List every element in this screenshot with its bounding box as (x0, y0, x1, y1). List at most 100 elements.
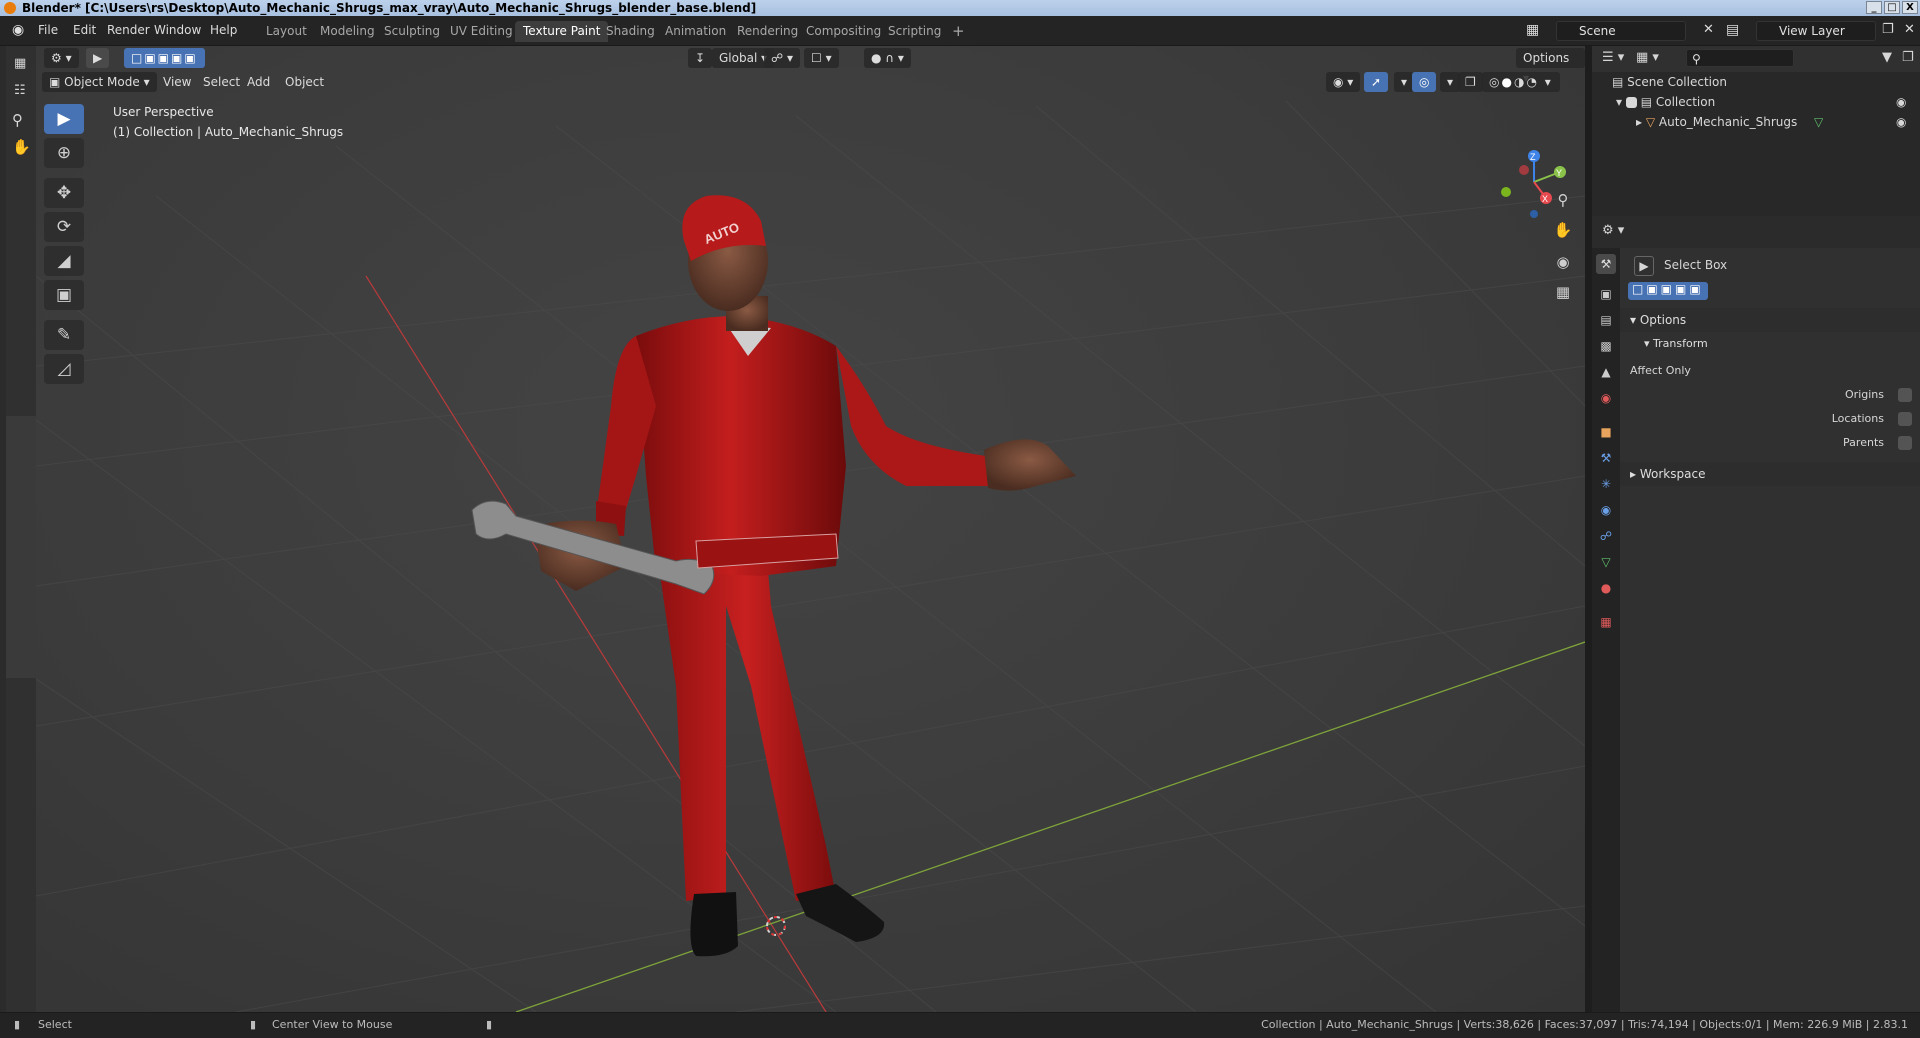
pan-hand-icon[interactable]: ✋ (12, 138, 31, 156)
display-mode-icon[interactable]: ▦ ▾ (1636, 50, 1659, 65)
outliner-row-object[interactable]: ▸ ▽ Auto_Mechanic_Shrugs ▽ ◉ (1592, 112, 1920, 132)
parents-checkbox[interactable] (1898, 436, 1912, 450)
tab-modifiers-icon[interactable]: ⚒ (1596, 448, 1616, 468)
proportional-edit-icon[interactable]: ● ∩ ▾ (864, 48, 911, 68)
scene-selector[interactable]: Scene (1556, 21, 1686, 41)
menu-edit[interactable]: Edit (73, 23, 96, 37)
snap-icon[interactable]: ☐ ▾ (804, 48, 839, 68)
menu-file[interactable]: File (38, 23, 58, 37)
tool-settings-icon[interactable]: ☷ (14, 83, 26, 98)
zoom-view-icon[interactable]: ⚲ (1551, 188, 1575, 212)
pivot-icon[interactable]: ☍ ▾ (764, 48, 800, 68)
tab-material-icon[interactable]: ● (1596, 578, 1616, 598)
select-tool-icon[interactable]: ▶ (86, 48, 110, 68)
outliner-editor-icon[interactable]: ☰ ▾ (1602, 50, 1624, 65)
maximize-button[interactable]: □ (1884, 1, 1900, 14)
blender-menu-icon[interactable]: ◉ (12, 22, 24, 38)
auto-mechanic-model[interactable]: AUTO (471, 195, 1076, 957)
tab-rendering[interactable]: Rendering (729, 21, 806, 42)
tab-animation[interactable]: Animation (657, 21, 734, 42)
options-dropdown[interactable]: Options ▾ (1516, 48, 1585, 85)
options-panel-header[interactable]: ▾ Options (1620, 308, 1920, 332)
tab-texture-paint[interactable]: Texture Paint (515, 21, 609, 42)
tab-scene-icon[interactable]: ▲ (1596, 362, 1616, 382)
properties-editor-icon[interactable]: ⚙ ▾ (1602, 223, 1624, 238)
tab-output-icon[interactable]: ▤ (1596, 310, 1616, 330)
object-visibility-eye-icon[interactable]: ◉ (1896, 112, 1906, 132)
minimize-button[interactable]: _ (1866, 1, 1882, 14)
tab-object-icon[interactable]: ■ (1596, 422, 1616, 442)
close-button[interactable]: X (1902, 1, 1918, 14)
tab-scripting[interactable]: Scripting (880, 21, 949, 42)
transform-tool[interactable]: ▣ (44, 280, 84, 310)
selection-mode-buttons[interactable]: □▣▣▣▣ (1628, 282, 1708, 300)
tab-modeling[interactable]: Modeling (312, 21, 383, 42)
tab-constraints-icon[interactable]: ☍ (1596, 526, 1616, 546)
tab-sculpting[interactable]: Sculpting (376, 21, 448, 42)
tab-view-layer-icon[interactable]: ▩ (1596, 336, 1616, 356)
rotate-tool[interactable]: ⟳ (44, 212, 84, 242)
tab-compositing[interactable]: Compositing (798, 21, 889, 42)
editor-type-icon[interactable]: ▦ (14, 56, 26, 71)
rotate-icon: ⟳ (56, 217, 72, 237)
select-mode-buttons[interactable]: □▣▣▣▣ (124, 48, 205, 68)
new-view-layer-icon[interactable]: ❐ (1882, 22, 1894, 37)
collection-visibility-eye-icon[interactable]: ◉ (1896, 92, 1906, 112)
menu-view[interactable]: View (156, 72, 198, 92)
pan-view-icon[interactable]: ✋ (1551, 218, 1575, 242)
tab-tool-icon[interactable]: ⚒ (1596, 254, 1616, 274)
origins-checkbox[interactable] (1898, 388, 1912, 402)
outliner-row-scene-collection[interactable]: ▤ Scene Collection (1592, 72, 1920, 92)
view-layer-icon[interactable]: ▤ (1726, 22, 1739, 38)
tab-data-icon[interactable]: ▽ (1596, 552, 1616, 572)
tab-world-icon[interactable]: ◉ (1596, 388, 1616, 408)
collection-checkbox[interactable] (1625, 97, 1637, 108)
scene-icon[interactable]: ▦ (1526, 22, 1539, 38)
view-layer-selector[interactable]: View Layer (1756, 21, 1876, 41)
select-box-tool[interactable]: ▶ (44, 104, 84, 134)
xray-toggle-icon[interactable]: ❐ (1458, 72, 1483, 92)
remove-view-layer-icon[interactable]: ✕ (1904, 22, 1915, 37)
options-label: Options (1523, 51, 1570, 65)
transform-subpanel-header[interactable]: ▾ Transform (1620, 332, 1920, 356)
orientation-icon[interactable]: ↧ (688, 48, 713, 68)
3d-viewport[interactable]: AUTO Z Y X ⚙ ▾ ▶ □▣▣▣▣ ↧ Global ▾ ☍ ▾ ☐ … (36, 46, 1585, 1012)
tab-particles-icon[interactable]: ✳ (1596, 474, 1616, 494)
zoom-icon[interactable]: ⚲ (12, 111, 23, 129)
menu-help[interactable]: Help (210, 23, 237, 37)
add-workspace-button[interactable]: + (944, 21, 973, 42)
transform-pivot-icon[interactable]: ⚙ ▾ (44, 48, 79, 68)
object-mode-dropdown[interactable]: ▣ Object Mode ▾ (42, 72, 157, 92)
shading-mode-buttons[interactable]: ◎●◑◔ ▾ (1482, 72, 1560, 92)
tab-physics-icon[interactable]: ◉ (1596, 500, 1616, 520)
tab-render-icon[interactable]: ▣ (1596, 284, 1616, 304)
tab-uv-editing[interactable]: UV Editing (442, 21, 521, 42)
tab-layout[interactable]: Layout (258, 21, 315, 42)
tab-texture-icon[interactable]: ▦ (1596, 612, 1616, 632)
ortho-grid-icon[interactable]: ▦ (1551, 280, 1575, 304)
new-collection-icon[interactable]: ❐ (1902, 50, 1914, 65)
outliner-row-collection[interactable]: ▾ ▤ Collection ◉ (1592, 92, 1920, 112)
measure-tool[interactable]: ◿ (44, 354, 84, 384)
move-tool[interactable]: ✥ (44, 178, 84, 208)
close-scene-icon[interactable]: ✕ (1703, 22, 1714, 37)
gizmo-toggle-icon[interactable]: ➚ (1364, 72, 1389, 92)
menu-object[interactable]: Object (278, 72, 331, 92)
expand-arrow-icon[interactable]: ▸ (1636, 115, 1642, 129)
locations-checkbox[interactable] (1898, 412, 1912, 426)
outliner-search-input[interactable]: ⚲ (1686, 49, 1794, 67)
cursor-tool[interactable]: ⊕ (44, 138, 84, 168)
annotate-tool[interactable]: ✎ (44, 320, 84, 350)
camera-view-icon[interactable]: ◉ (1551, 250, 1575, 274)
menu-window[interactable]: Window (154, 23, 201, 37)
overlays-toggle-icon[interactable]: ◎ (1412, 72, 1437, 92)
visibility-icon[interactable]: ◉ ▾ (1326, 72, 1361, 92)
scrollbar[interactable] (6, 416, 36, 678)
filter-icon[interactable]: ▼ (1882, 50, 1892, 65)
workspace-panel-header[interactable]: ▸ Workspace (1620, 462, 1920, 486)
tab-shading[interactable]: Shading (598, 21, 663, 42)
menu-add[interactable]: Add (240, 72, 277, 92)
scale-tool[interactable]: ◢ (44, 246, 84, 276)
menu-render[interactable]: Render (107, 23, 150, 37)
collapse-arrow-icon[interactable]: ▾ (1616, 95, 1622, 109)
